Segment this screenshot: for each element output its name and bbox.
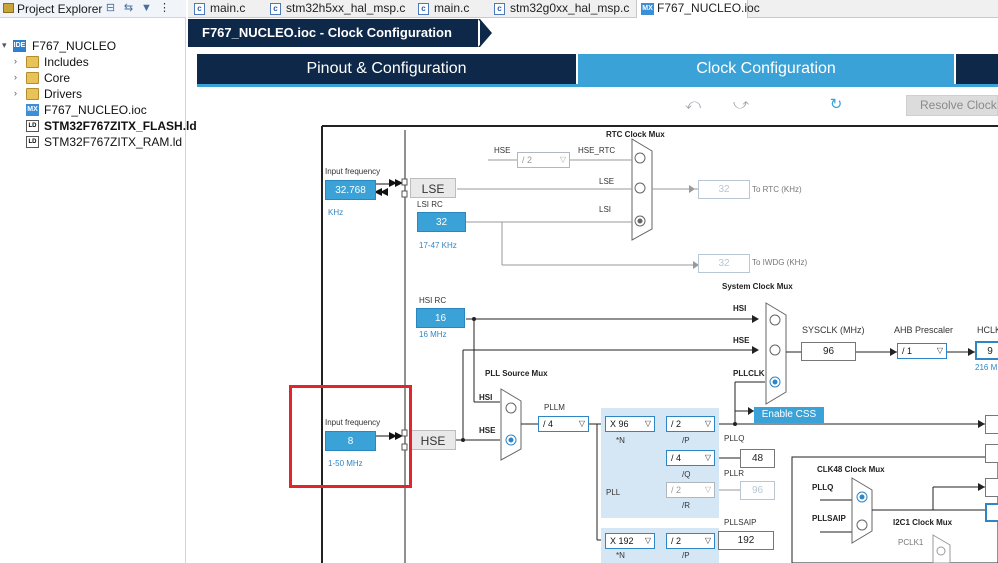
select-value: / 2 <box>522 155 533 165</box>
sys-mux-hsi-label: HSI <box>733 304 747 313</box>
pllq-label: PLLQ <box>724 434 745 443</box>
diagram-wires <box>321 125 998 563</box>
lsi-range-label: 17-47 KHz <box>419 241 457 250</box>
pllr-label: PLLR <box>724 469 745 478</box>
pll-r-select[interactable]: / 2 ▽ <box>666 482 715 498</box>
highlight-box <box>289 385 412 488</box>
hclk-value[interactable]: 9 <box>975 341 998 360</box>
output-box <box>985 444 998 463</box>
select-value: X 192 <box>610 536 634 546</box>
pllq-output-box <box>985 415 998 434</box>
pllsai-n-select[interactable]: X 192 ▽ <box>605 533 655 549</box>
pllr-value: 96 <box>740 481 775 500</box>
i2c1-clock-mux-label: I2C1 Clock Mux <box>893 518 953 527</box>
sys-mux-hse-label: HSE <box>733 336 750 345</box>
chevron-down-icon: ▽ <box>936 346 943 355</box>
enable-css-button[interactable]: Enable CSS <box>754 407 824 423</box>
clk48-clock-mux <box>851 477 873 544</box>
pll-source-mux-label: PLL Source Mux <box>485 369 548 378</box>
pll-r-label: /R <box>682 501 690 510</box>
select-value: / 2 <box>671 419 682 429</box>
chevron-down-icon: ▽ <box>704 536 711 545</box>
lse-oscillator: LSE <box>410 178 456 198</box>
hse-rtc-source-label: HSE <box>494 146 511 155</box>
pll-source-mux <box>500 388 522 461</box>
hsi-rc-label: HSI RC <box>419 296 447 305</box>
lsi-rc-value: 32 <box>417 212 466 232</box>
pll-q-label: /Q <box>682 470 691 479</box>
chevron-down-icon: ▽ <box>644 536 651 545</box>
pllsaip-value: 192 <box>718 531 774 550</box>
system-clock-mux-label: System Clock Mux <box>722 282 793 291</box>
hsi-frequency-label: 16 MHz <box>419 330 447 339</box>
pll-n-label: *N <box>616 436 625 445</box>
lsi-mux-input-label: LSI <box>599 205 612 214</box>
rtc-divider-select[interactable]: / 2 ▽ <box>517 152 570 168</box>
pll-label: PLL <box>606 488 621 497</box>
pllm-select[interactable]: / 4 ▽ <box>538 416 589 432</box>
chevron-down-icon: ▽ <box>559 155 566 164</box>
pll-src-hse-label: HSE <box>479 426 496 435</box>
hclk-label: HCLK <box>977 325 998 335</box>
pll-p-select[interactable]: / 2 ▽ <box>666 416 715 432</box>
sysclk-value: 96 <box>801 342 856 361</box>
to-iwdg-label: To IWDG (KHz) <box>752 258 808 267</box>
clk48-pllq-label: PLLQ <box>812 483 834 492</box>
select-value: / 2 <box>671 485 682 495</box>
pll-q-select[interactable]: / 4 ▽ <box>666 450 715 466</box>
lse-input-frequency-label: Input frequency <box>325 167 381 176</box>
select-value: / 1 <box>902 346 913 356</box>
select-value: / 2 <box>671 536 682 546</box>
pll-n-select[interactable]: X 96 ▽ <box>605 416 655 432</box>
hsi-rc-value: 16 <box>416 308 465 328</box>
select-value: X 96 <box>610 419 629 429</box>
pllm-label: PLLM <box>544 403 565 412</box>
pllsaip-label: PLLSAIP <box>724 518 757 527</box>
pll-src-hsi-label: HSI <box>479 393 493 402</box>
chevron-down-icon: ▽ <box>578 419 585 428</box>
pclk1-label: PCLK1 <box>898 538 924 547</box>
clk48-output-box-2 <box>985 503 998 522</box>
select-value: / 4 <box>543 419 554 429</box>
chevron-down-icon: ▽ <box>704 419 711 428</box>
pllq-value: 48 <box>740 449 775 468</box>
pllsai-p-label: /P <box>682 551 690 560</box>
ahb-prescaler-select[interactable]: / 1 ▽ <box>897 343 947 359</box>
rtc-clock-mux-label: RTC Clock Mux <box>606 130 665 139</box>
hse-oscillator: HSE <box>410 430 456 450</box>
lse-unit-label: KHz <box>328 208 344 217</box>
pllsai-n-label: *N <box>616 551 625 560</box>
clk48-pllsaip-label: PLLSAIP <box>812 514 846 523</box>
sys-mux-pllclk-label: PLLCLK <box>733 369 765 378</box>
to-rtc-value: 32 <box>698 180 750 199</box>
chevron-down-icon: ▽ <box>704 453 711 462</box>
hse-rtc-label: HSE_RTC <box>578 146 616 155</box>
chevron-down-icon: ▽ <box>644 419 651 428</box>
lse-mux-input-label: LSE <box>599 177 615 186</box>
clock-diagram: RTC Clock Mux Input frequency 32.768 KHz… <box>0 0 998 563</box>
hclk-max-label: 216 M <box>975 363 998 372</box>
select-value: / 4 <box>671 453 682 463</box>
sysclk-label: SYSCLK (MHz) <box>802 325 865 335</box>
pll-p-label: /P <box>682 436 690 445</box>
ahb-prescaler-label: AHB Prescaler <box>894 325 954 335</box>
chevron-down-icon: ▽ <box>704 485 711 494</box>
lse-frequency-input[interactable]: 32.768 <box>325 180 376 200</box>
to-iwdg-value: 32 <box>698 254 750 273</box>
clk48-clock-mux-label: CLK48 Clock Mux <box>817 465 885 474</box>
lsi-rc-label: LSI RC <box>417 200 443 209</box>
clk48-output-box <box>985 478 998 497</box>
pllsai-p-select[interactable]: / 2 ▽ <box>666 533 715 549</box>
to-rtc-label: To RTC (KHz) <box>752 185 802 194</box>
